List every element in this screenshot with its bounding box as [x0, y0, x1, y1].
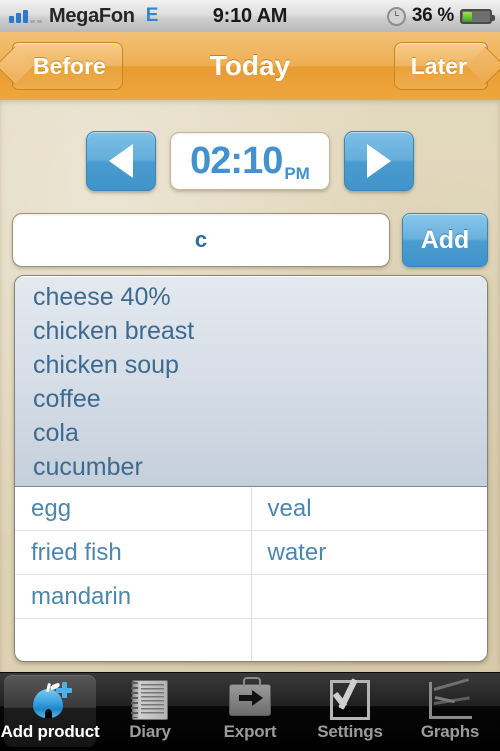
autocomplete-item[interactable]: cucumber [15, 450, 487, 484]
phone-screen: MegaFon E 9:10 AM 36 % Before Today Late… [0, 0, 500, 751]
status-bar: MegaFon E 9:10 AM 36 % [0, 0, 500, 33]
product-cell[interactable]: egg [15, 487, 252, 530]
add-button-label: Add [420, 225, 470, 254]
autocomplete-item[interactable]: chicken breast [15, 314, 487, 348]
table-row: fried fish water [15, 531, 487, 575]
tab-diary[interactable]: Diary [100, 673, 200, 751]
tab-icon-wrap [126, 679, 174, 721]
triangle-left-icon [109, 144, 133, 178]
autocomplete-item[interactable]: cheese 40% [15, 280, 487, 314]
tab-icon-wrap [326, 679, 374, 721]
table-row: mandarin [15, 575, 487, 619]
clock-icon [386, 6, 406, 26]
checkmark-box-icon [330, 680, 370, 720]
product-cell[interactable]: mandarin [15, 575, 252, 618]
table-row: egg veal [15, 487, 487, 531]
briefcase-arrow-icon [229, 677, 271, 716]
search-row: c Add [0, 212, 500, 268]
autocomplete-item[interactable]: cola [15, 416, 487, 450]
tab-label: Settings [317, 722, 383, 741]
tab-settings[interactable]: Settings [300, 673, 400, 751]
content-area: 02:10 PM c Add cheese 40% chicken breast c… [0, 100, 500, 672]
tab-label: Export [223, 722, 277, 741]
navigation-bar: Before Today Later [0, 32, 500, 101]
battery-icon [460, 8, 495, 24]
product-cell[interactable] [252, 619, 488, 661]
add-button[interactable]: Add [402, 213, 488, 267]
time-meridiem: PM [284, 164, 310, 183]
status-bar-right: 36 % [386, 0, 495, 32]
tab-icon-wrap [426, 677, 474, 721]
notebook-icon [131, 680, 168, 720]
tab-add-product[interactable]: Add product [0, 673, 100, 751]
triangle-right-icon [367, 144, 391, 178]
tab-icon-wrap [226, 677, 274, 721]
tab-label: Graphs [420, 722, 480, 741]
time-stepper: 02:10 PM [0, 130, 500, 192]
later-button-label: Later [410, 52, 467, 79]
product-table: egg veal fried fish water mandarin [15, 487, 488, 661]
product-cell[interactable] [252, 575, 488, 618]
autocomplete-item[interactable]: chicken soup [15, 348, 487, 382]
time-value: 02:10 [190, 140, 283, 182]
product-cell[interactable]: water [252, 531, 488, 574]
tab-graphs[interactable]: Graphs [400, 673, 500, 751]
tab-label: Add product [0, 722, 100, 741]
autocomplete-item[interactable]: coffee [15, 382, 487, 416]
previous-time-button[interactable] [86, 131, 156, 191]
autocomplete-list[interactable]: cheese 40% chicken breast chicken soup coff… [15, 276, 487, 487]
product-cell[interactable]: fried fish [15, 531, 252, 574]
tab-bar: Add product Diary Export Settings Graphs [0, 672, 500, 751]
time-display[interactable]: 02:10 PM [170, 132, 330, 190]
product-cell[interactable]: veal [252, 487, 488, 530]
table-row [15, 619, 488, 661]
later-button[interactable]: Later [393, 42, 488, 90]
tab-export[interactable]: Export [200, 673, 300, 751]
tab-label: Diary [129, 722, 171, 741]
search-input-value: c [194, 227, 208, 252]
before-button-label: Before [33, 52, 106, 79]
battery-percent-label: 36 % [411, 5, 454, 26]
next-time-button[interactable] [344, 131, 414, 191]
product-cell[interactable] [15, 619, 252, 661]
product-panel: cheese 40% chicken breast chicken soup coff… [14, 275, 488, 662]
apple-plus-icon [29, 681, 72, 719]
search-input[interactable]: c [12, 213, 390, 267]
line-chart-icon [428, 677, 472, 719]
tab-icon-wrap [26, 679, 74, 721]
